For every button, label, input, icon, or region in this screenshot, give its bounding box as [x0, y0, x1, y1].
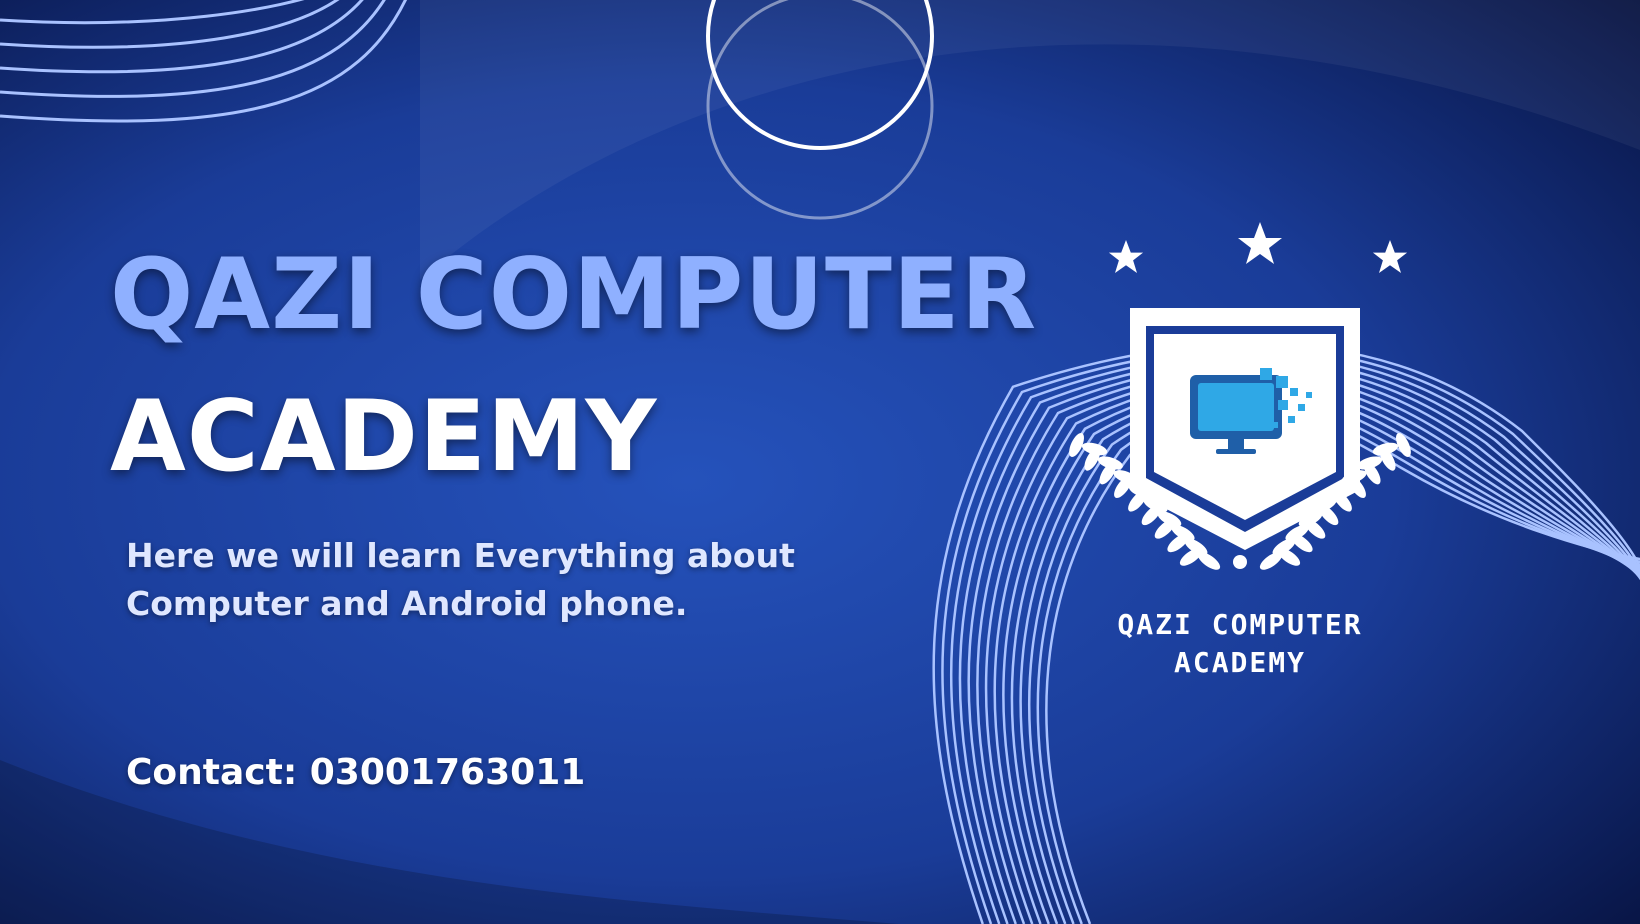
title-line-2: ACADEMY [110, 380, 658, 494]
contact-info: Contact: 03001763011 [126, 752, 586, 793]
laurel-knot [1233, 555, 1247, 569]
star-icon [1108, 222, 1408, 273]
logo-text-line-1: QAZI COMPUTER [1117, 608, 1363, 641]
title-line-1: QAZI COMPUTER [110, 238, 1038, 352]
tagline: Here we will learn Everything about Comp… [126, 536, 795, 623]
logo-text-line-2: ACADEMY [1173, 646, 1306, 679]
